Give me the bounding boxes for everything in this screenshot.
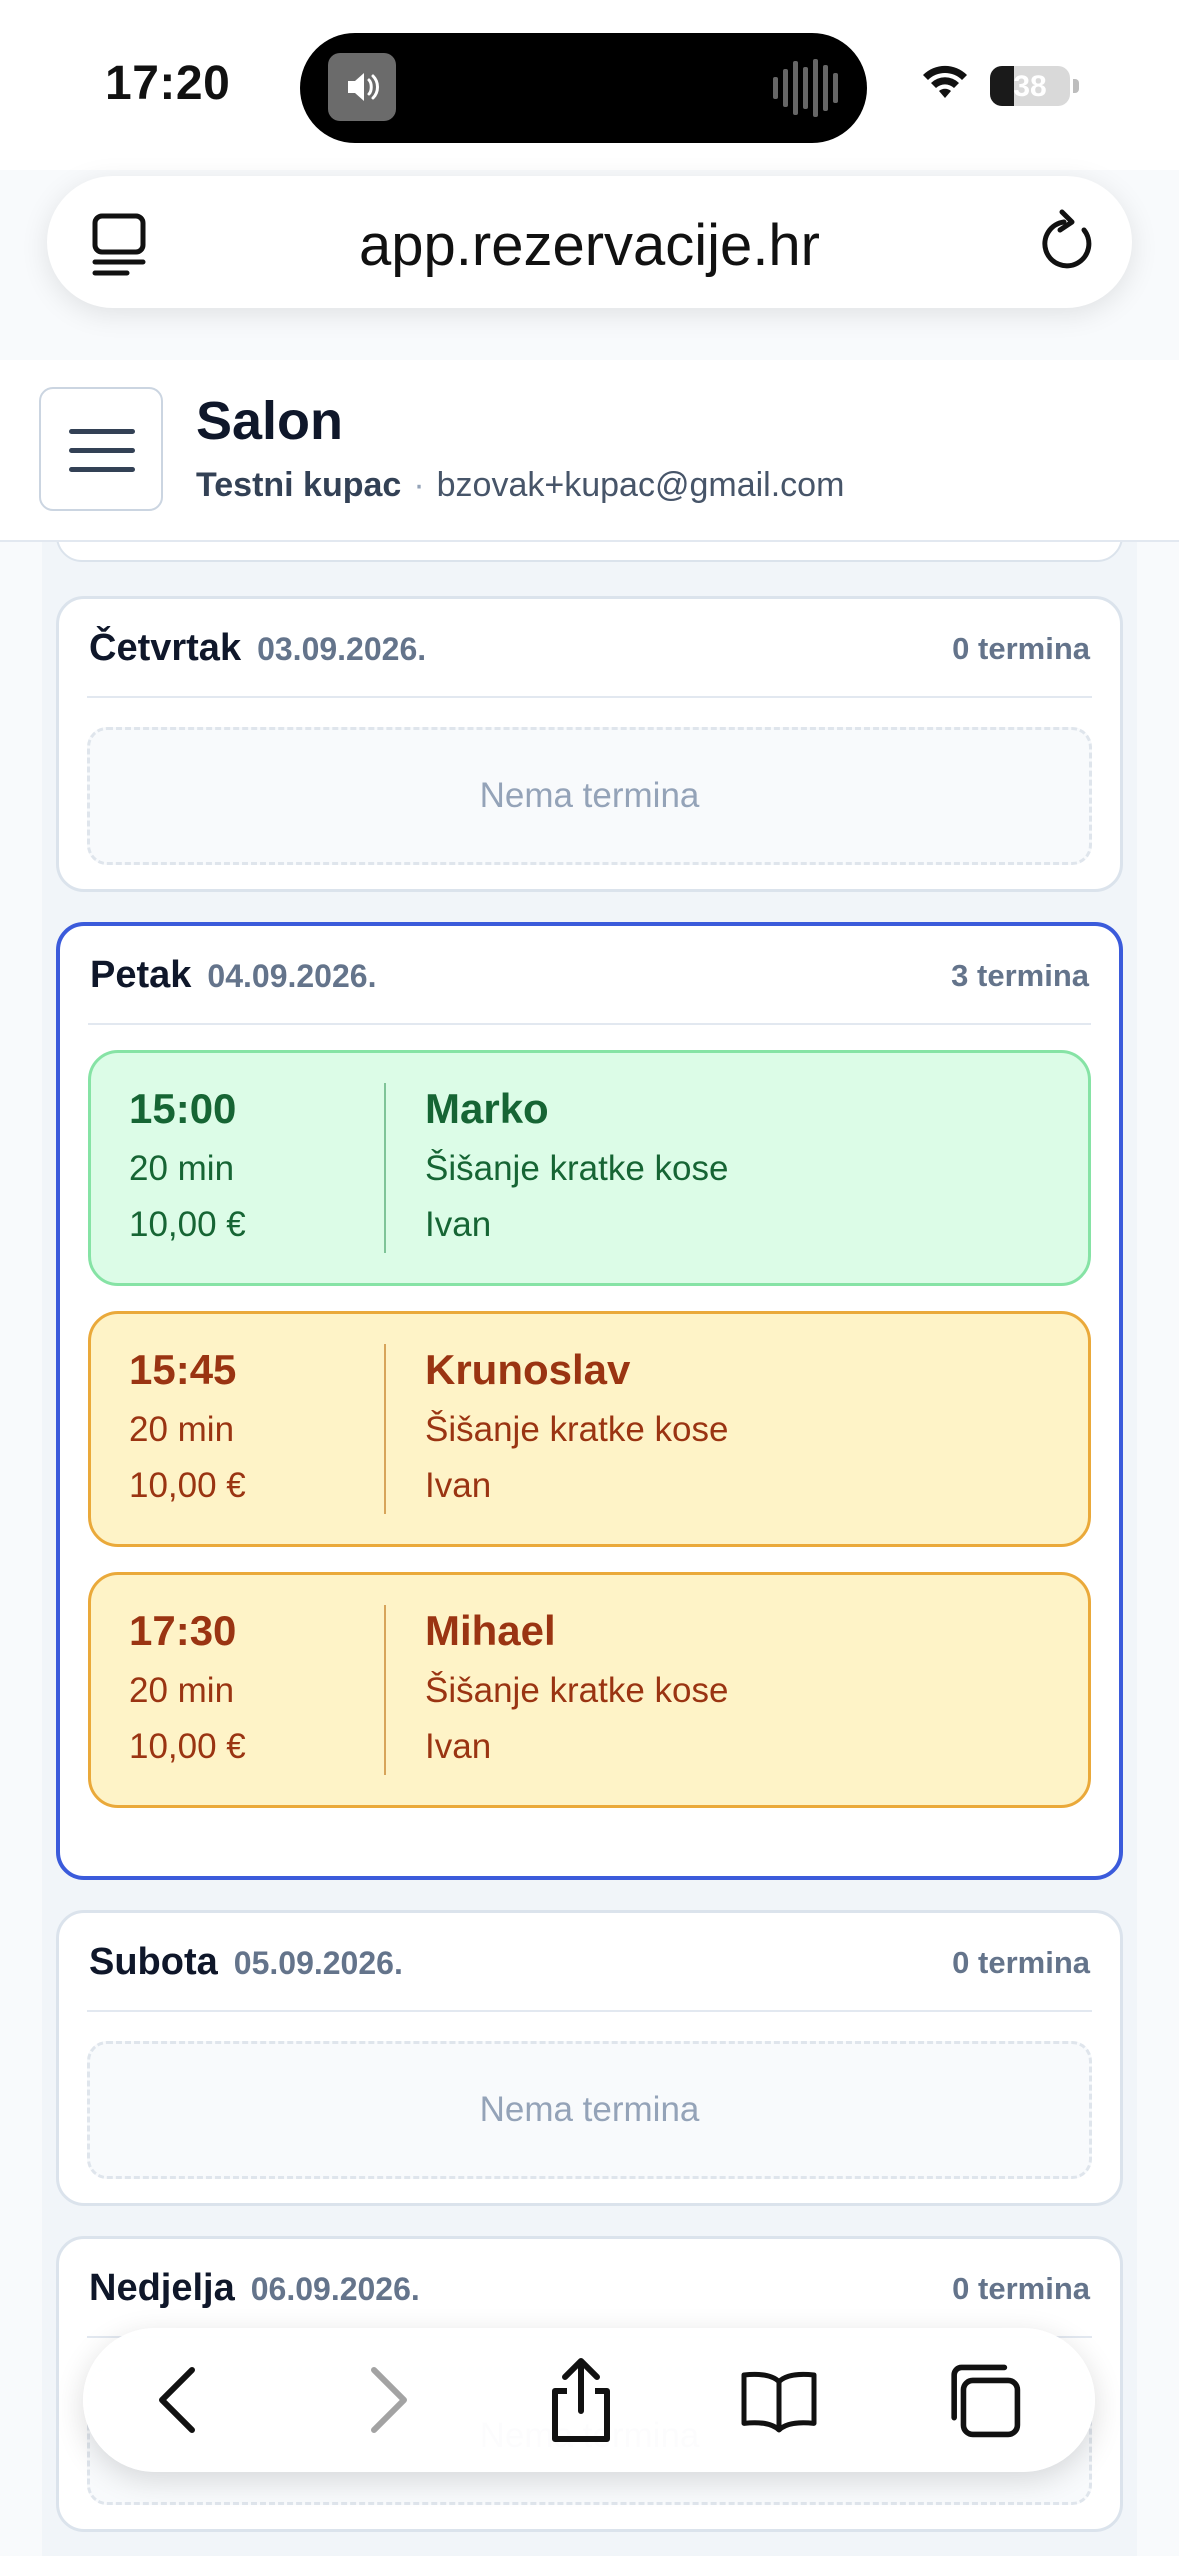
- day-card-saturday: Subota 05.09.2026. 0 termina Nema termina: [56, 1910, 1123, 2206]
- day-date: 04.09.2026.: [207, 958, 377, 994]
- appointment-duration: 20 min: [129, 1410, 235, 1449]
- url-text[interactable]: app.rezervacije.hr: [47, 212, 1132, 279]
- service-name: Šišanje kratke kose: [425, 1671, 729, 1710]
- wifi-icon: [923, 65, 967, 98]
- client-name: Mihael: [425, 1607, 556, 1654]
- day-card-thursday: Četvrtak 03.09.2026. 0 termina Nema termi…: [56, 596, 1123, 892]
- battery-icon: 38: [990, 66, 1070, 106]
- forward-icon[interactable]: [348, 2360, 428, 2440]
- day-date: 05.09.2026.: [233, 1945, 403, 1981]
- day-name: Četvrtak: [89, 627, 242, 669]
- appointment-duration: 20 min: [129, 1149, 235, 1188]
- client-name: Krunoslav: [425, 1346, 631, 1393]
- appointment-price: 10,00 €: [129, 1727, 246, 1766]
- tabs-icon[interactable]: [943, 2360, 1023, 2440]
- day-name: Subota: [89, 1941, 218, 1983]
- staff-name: Ivan: [425, 1205, 492, 1244]
- day-name: Petak: [90, 954, 192, 996]
- status-time: 17:20: [105, 57, 231, 110]
- previous-day-card: [56, 542, 1123, 562]
- day-name: Nedjelja: [89, 2267, 235, 2309]
- appointment-price: 10,00 €: [129, 1466, 246, 1505]
- page-title: Salon: [196, 391, 344, 451]
- appointment-card[interactable]: 15:45 20 min 10,00 € Krunoslav Šišanje k…: [88, 1311, 1091, 1547]
- appointment-card[interactable]: 15:00 20 min 10,00 € Marko Šišanje kratk…: [88, 1050, 1091, 1286]
- appointment-time: 17:30: [129, 1607, 237, 1654]
- appointment-count: 0 termina: [952, 2271, 1090, 2306]
- appointment-count: 0 termina: [952, 631, 1090, 666]
- address-bar[interactable]: app.rezervacije.hr: [47, 176, 1132, 308]
- dynamic-island: [300, 33, 867, 143]
- service-name: Šišanje kratke kose: [425, 1410, 729, 1449]
- app-header: Salon Testni kupac · bzovak+kupac@gmail.co…: [0, 360, 1179, 542]
- empty-state: Nema termina: [87, 2041, 1092, 2179]
- separator: ·: [413, 466, 425, 504]
- empty-state: Nema termina: [87, 727, 1092, 865]
- customer-email: bzovak+kupac@gmail.com: [436, 466, 845, 504]
- reload-icon[interactable]: [1032, 206, 1102, 278]
- day-card-friday: Petak 04.09.2026. 3 termina 15:00 20 min …: [56, 922, 1123, 1880]
- staff-name: Ivan: [425, 1466, 492, 1505]
- client-name: Marko: [425, 1085, 549, 1132]
- status-bar: 17:20 38: [0, 0, 1179, 170]
- back-icon[interactable]: [138, 2360, 218, 2440]
- appointment-price: 10,00 €: [129, 1205, 246, 1244]
- browser-toolbar: [83, 2328, 1095, 2472]
- appointment-duration: 20 min: [129, 1671, 235, 1710]
- audio-waveform-icon: [773, 59, 838, 117]
- appointment-count: 3 termina: [951, 958, 1089, 993]
- menu-button[interactable]: [39, 387, 163, 511]
- appointment-card[interactable]: 17:30 20 min 10,00 € Mihael Šišanje krat…: [88, 1572, 1091, 1808]
- schedule-list[interactable]: Četvrtak 03.09.2026. 0 termina Nema termi…: [0, 542, 1179, 2556]
- appointment-time: 15:00: [129, 1085, 237, 1132]
- appointment-time: 15:45: [129, 1346, 237, 1393]
- speaker-icon: [328, 53, 396, 121]
- appointment-count: 0 termina: [952, 1945, 1090, 1980]
- customer-info: Testni kupac · bzovak+kupac@gmail.com: [196, 466, 844, 505]
- day-date: 03.09.2026.: [257, 631, 427, 667]
- share-icon[interactable]: [541, 2358, 621, 2442]
- staff-name: Ivan: [425, 1727, 492, 1766]
- day-date: 06.09.2026.: [250, 2271, 420, 2307]
- service-name: Šišanje kratke kose: [425, 1149, 729, 1188]
- battery-level: 38: [1013, 70, 1047, 103]
- customer-name: Testni kupac: [196, 466, 402, 504]
- bookmarks-icon[interactable]: [739, 2360, 819, 2440]
